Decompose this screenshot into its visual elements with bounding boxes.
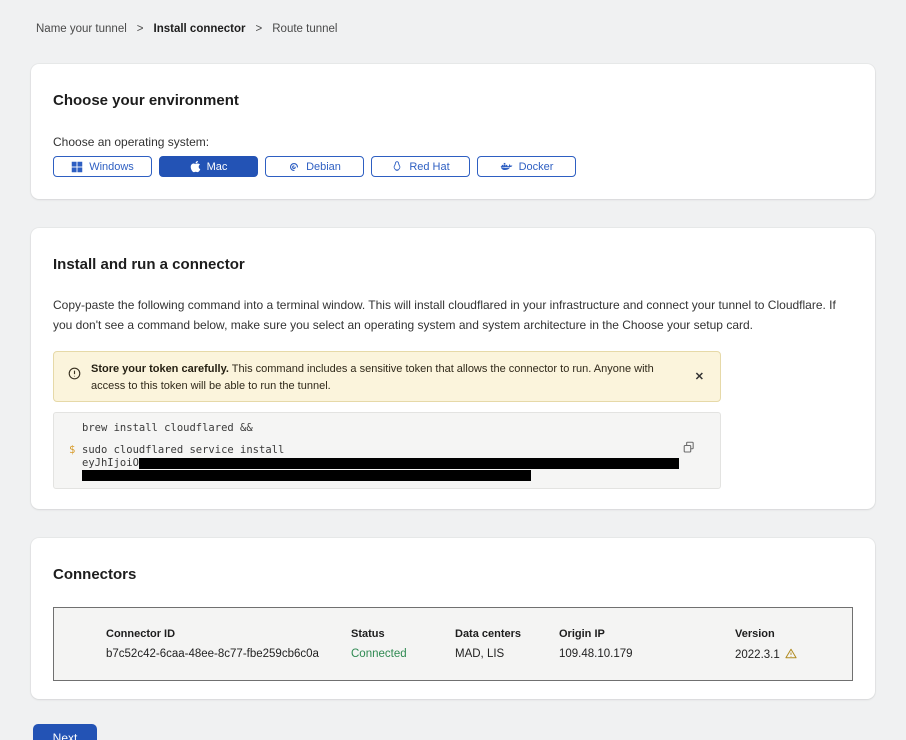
breadcrumb-separator: > — [137, 23, 144, 35]
next-button[interactable]: Next — [33, 724, 97, 740]
code-line-service-install: $ sudo cloudflared service install — [69, 444, 705, 457]
os-button-debian[interactable]: Debian — [265, 156, 364, 177]
wizard-footer: Next — [0, 699, 906, 740]
os-button-label: Windows — [89, 161, 134, 173]
windows-icon — [71, 161, 83, 173]
code-line-token: eyJhIjoiO — [69, 458, 705, 469]
os-button-label: Mac — [207, 161, 228, 173]
prompt-spacer — [69, 422, 82, 435]
header-origin-ip: Origin IP — [559, 628, 735, 640]
os-select-label: Choose an operating system: — [53, 135, 853, 149]
install-card-title: Install and run a connector — [53, 256, 853, 273]
connectors-card: Connectors Connector ID Status Data cent… — [31, 538, 875, 699]
debian-icon — [288, 161, 300, 173]
cell-connector-id: b7c52c42-6caa-48ee-8c77-fbe259cb6c0a — [106, 648, 351, 662]
info-icon — [68, 367, 81, 385]
code-line-brew: brew install cloudflared && — [69, 422, 705, 435]
code-line-token-2 — [69, 470, 705, 481]
token-warning-bold: Store your token carefully. — [91, 363, 229, 375]
token-warning-banner: Store your token carefully. This command… — [53, 351, 721, 402]
cell-origin-ip: 109.48.10.179 — [559, 648, 735, 662]
os-button-label: Docker — [519, 161, 554, 173]
breadcrumb: Name your tunnel > Install connector > R… — [0, 0, 906, 35]
header-version: Version — [735, 628, 852, 640]
breadcrumb-separator: > — [256, 23, 263, 35]
code-text: sudo cloudflared service install — [82, 444, 284, 457]
header-status: Status — [351, 628, 455, 640]
cell-version: 2022.3.1 — [735, 648, 852, 662]
os-button-windows[interactable]: Windows — [53, 156, 152, 177]
install-description: Copy-paste the following command into a … — [53, 295, 847, 335]
install-card: Install and run a connector Copy-paste t… — [31, 228, 875, 509]
token-prefix-text: eyJhIjoiO — [82, 458, 139, 469]
redhat-icon — [391, 160, 403, 173]
token-warning-text: Store your token carefully. This command… — [91, 358, 681, 395]
os-button-label: Debian — [306, 161, 341, 173]
docker-icon — [500, 161, 513, 173]
os-button-mac[interactable]: Mac — [159, 156, 258, 177]
copy-icon[interactable] — [681, 439, 698, 459]
environment-card: Choose your environment Choose an operat… — [31, 64, 875, 199]
breadcrumb-step-install-connector[interactable]: Install connector — [154, 23, 246, 35]
header-data-centers: Data centers — [455, 628, 559, 640]
redacted-token-bar — [139, 458, 679, 469]
version-text: 2022.3.1 — [735, 649, 780, 661]
close-icon[interactable]: ✕ — [691, 368, 708, 385]
header-connector-id: Connector ID — [106, 628, 351, 640]
wizard-page: Choose your environment Choose an operat… — [0, 64, 906, 699]
redacted-token-bar — [82, 470, 531, 481]
os-button-group: Windows Mac Debian Red Hat — [53, 156, 853, 177]
os-button-label: Red Hat — [409, 161, 449, 173]
connectors-table: Connector ID Status Data centers Origin … — [53, 607, 853, 681]
apple-icon — [190, 160, 201, 173]
warning-icon — [785, 648, 797, 662]
breadcrumb-step-route-tunnel[interactable]: Route tunnel — [272, 23, 337, 35]
os-button-docker[interactable]: Docker — [477, 156, 576, 177]
table-row: b7c52c42-6caa-48ee-8c77-fbe259cb6c0a Con… — [106, 648, 852, 662]
cell-data-centers: MAD, LIS — [455, 648, 559, 662]
install-command-block: brew install cloudflared && $ sudo cloud… — [53, 412, 721, 489]
connectors-card-title: Connectors — [53, 566, 853, 583]
table-header-row: Connector ID Status Data centers Origin … — [106, 628, 852, 640]
environment-card-title: Choose your environment — [53, 92, 853, 109]
os-button-redhat[interactable]: Red Hat — [371, 156, 470, 177]
shell-prompt: $ — [69, 444, 82, 457]
code-text: brew install cloudflared && — [82, 422, 253, 435]
breadcrumb-step-name-tunnel[interactable]: Name your tunnel — [36, 23, 127, 35]
status-badge: Connected — [351, 648, 455, 662]
